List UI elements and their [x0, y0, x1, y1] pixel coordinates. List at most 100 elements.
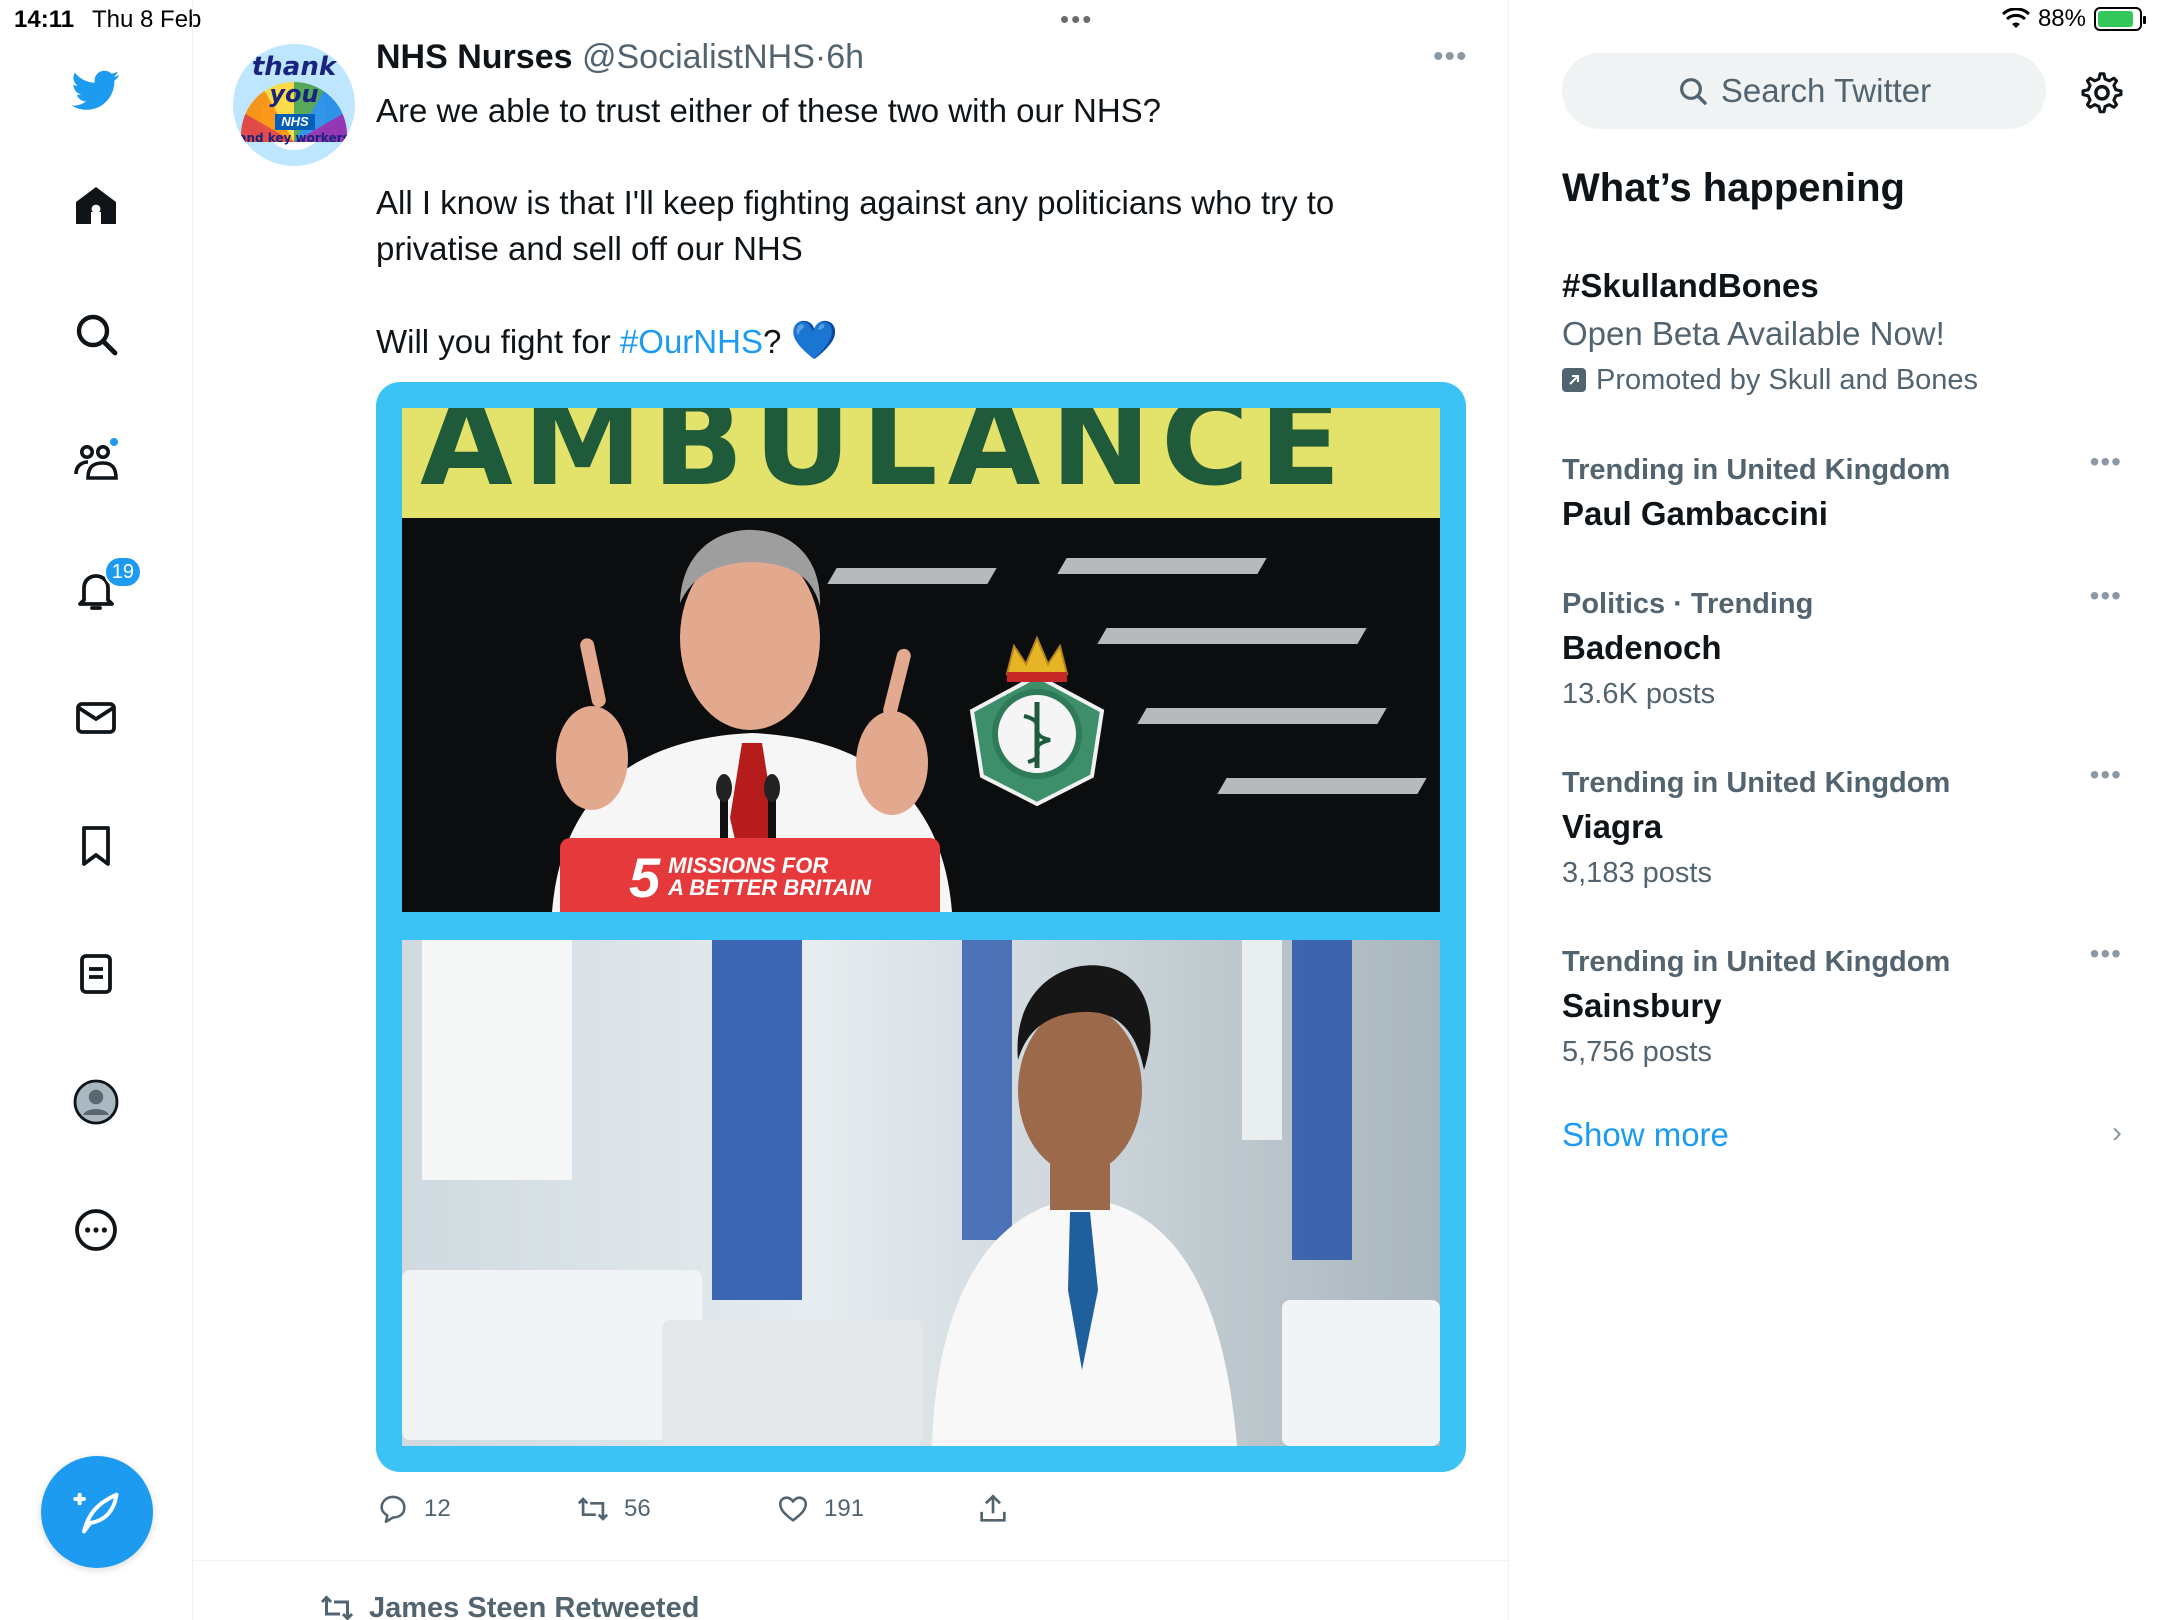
- ceiling-light: [1057, 558, 1267, 574]
- tweet-text-line: Are we able to trust either of these two…: [376, 92, 1162, 129]
- tweet-text-fragment: Will you fight for: [376, 323, 620, 360]
- trend-more-icon[interactable]: •••: [2090, 580, 2122, 612]
- avatar-text-you: you: [269, 80, 319, 108]
- search-placeholder: Search Twitter: [1720, 72, 1932, 109]
- trend-post-count: 3,183 posts: [1562, 857, 1712, 889]
- ceiling-light: [1097, 628, 1367, 644]
- trend-name: Viagra: [1562, 808, 1663, 845]
- tweet-header: NHS Nurses @SocialistNHS·6h: [376, 38, 864, 77]
- trend-name: Badenoch: [1562, 629, 1722, 666]
- timeline: thank you NHS and key workers NHS Nurses…: [193, 0, 1509, 1620]
- trend-more-icon[interactable]: •••: [2090, 446, 2122, 478]
- promoted-trend-description: Open Beta Available Now!: [1562, 315, 1945, 352]
- compose-feather-icon: [73, 1492, 119, 1534]
- bookmarks-icon[interactable]: [60, 810, 132, 882]
- twitter-logo-icon[interactable]: [60, 54, 132, 126]
- lists-icon[interactable]: [60, 938, 132, 1010]
- show-more-link[interactable]: Show more ›: [1562, 1116, 2122, 1154]
- ceiling-light: [1217, 778, 1427, 794]
- share-button[interactable]: [976, 1492, 1010, 1526]
- hospital-bed: [1282, 1300, 1440, 1446]
- tweet-actions: 12 56 191: [376, 1492, 1436, 1532]
- promoted-trend-name: #SkullandBones: [1562, 267, 1819, 304]
- tweet-text-fragment: ?: [762, 323, 791, 360]
- trend-context: Trending in United Kingdom: [1562, 946, 1951, 978]
- trend-context: Politics · Trending: [1562, 588, 1814, 620]
- trend-item[interactable]: Politics · Trending Badenoch 13.6K posts…: [1562, 580, 2122, 716]
- tweet-photo-bottom[interactable]: [402, 940, 1440, 1446]
- tweet-timestamp[interactable]: 6h: [826, 38, 864, 76]
- trend-item[interactable]: Trending in United Kingdom Sainsbury 5,7…: [1562, 938, 2122, 1074]
- communities-new-dot: [108, 436, 120, 448]
- avatar-text-keyworkers: and key workers: [238, 131, 350, 145]
- trend-name: Paul Gambaccini: [1562, 495, 1828, 532]
- notifications-bell-icon[interactable]: 19: [60, 554, 142, 626]
- tweet-photo-top[interactable]: AMBULANCE 5 MISSIONS FOR A BETTER BRITAI…: [402, 408, 1440, 912]
- like-button[interactable]: 191: [776, 1492, 864, 1526]
- hashtag-link[interactable]: #OurNHS: [620, 323, 763, 360]
- retweet-icon: [577, 1497, 609, 1521]
- communities-icon[interactable]: [60, 426, 132, 498]
- tweet-text-line: All I know is that I'll keep fighting ag…: [376, 184, 1335, 267]
- trend-name: Sainsbury: [1562, 987, 1722, 1024]
- header-separator: ·: [814, 38, 827, 76]
- avatar-nhs-logo: NHS: [275, 114, 315, 130]
- hospital-window: [422, 940, 572, 1180]
- trend-post-count: 5,756 posts: [1562, 1036, 1712, 1068]
- retweet-button[interactable]: 56: [576, 1492, 651, 1526]
- podium-text-line2: A BETTER BRITAIN: [668, 875, 872, 900]
- trend-context: Trending in United Kingdom: [1562, 767, 1951, 799]
- trend-post-count: 13.6K posts: [1562, 678, 1716, 710]
- trend-context: Trending in United Kingdom: [1562, 454, 1951, 486]
- podium-number: 5: [628, 845, 661, 909]
- promoted-by-text: Promoted by Skull and Bones: [1596, 364, 1979, 396]
- promoted-arrow-icon: [1562, 368, 1586, 392]
- reply-button[interactable]: 12: [376, 1492, 451, 1526]
- avatar-text-thank: thank: [251, 52, 337, 82]
- more-options-icon[interactable]: [60, 1194, 132, 1266]
- tweet-more-options-icon[interactable]: •••: [1433, 40, 1468, 74]
- podium-text-line1: MISSIONS FOR: [668, 853, 829, 878]
- show-more-label: Show more: [1562, 1116, 1729, 1153]
- trend-more-icon[interactable]: •••: [2090, 759, 2122, 791]
- tweet-divider: [193, 1560, 1509, 1561]
- author-avatar[interactable]: thank you NHS and key workers: [233, 44, 355, 166]
- author-handle[interactable]: @SocialistNHS: [582, 38, 815, 76]
- hospital-bed: [662, 1320, 922, 1446]
- settings-gear-icon[interactable]: [2076, 66, 2128, 118]
- notifications-count-badge: 19: [103, 556, 142, 588]
- like-count: 191: [824, 1495, 865, 1522]
- ceiling-light: [1137, 708, 1387, 724]
- promoted-trend[interactable]: #SkullandBones Open Beta Available Now! …: [1562, 262, 2122, 402]
- author-name[interactable]: NHS Nurses: [376, 38, 573, 76]
- search-input[interactable]: Search Twitter: [1562, 53, 2046, 129]
- right-sidebar: Search Twitter What’s happening #Skullan…: [1510, 0, 2160, 1620]
- blue-heart-emoji: 💙: [790, 320, 838, 362]
- reply-count: 12: [424, 1495, 451, 1522]
- explore-search-icon[interactable]: [60, 298, 132, 370]
- retweeted-by-text: James Steen Retweeted: [369, 1591, 700, 1620]
- retweet-count: 56: [624, 1495, 651, 1522]
- home-icon[interactable]: [60, 170, 132, 242]
- profile-avatar-icon[interactable]: [60, 1066, 132, 1138]
- ward-curtain: [1292, 940, 1352, 1260]
- trend-item[interactable]: Trending in United Kingdom Viagra 3,183 …: [1562, 759, 2122, 895]
- retweeted-by-label[interactable]: James Steen Retweeted: [319, 1590, 699, 1620]
- left-navigation: 19: [0, 0, 193, 1620]
- trend-more-icon[interactable]: •••: [2090, 938, 2122, 970]
- ward-curtain: [712, 940, 802, 1300]
- heart-icon: [778, 1496, 808, 1522]
- podium-sign: 5 MISSIONS FOR A BETTER BRITAIN: [560, 838, 940, 912]
- chevron-right-icon: ›: [2112, 1116, 2122, 1149]
- compose-tweet-button[interactable]: [41, 1456, 153, 1568]
- retweet-icon: [320, 1595, 354, 1620]
- promoted-label: Promoted by Skull and Bones: [1562, 358, 2122, 402]
- search-icon: [1679, 78, 1707, 105]
- tweet-text-line: Will you fight for #OurNHS? 💙: [376, 318, 1436, 365]
- trend-item[interactable]: Trending in United Kingdom Paul Gambacci…: [1562, 446, 2122, 538]
- whats-happening-title: What’s happening: [1562, 166, 1905, 210]
- tweet-media[interactable]: AMBULANCE 5 MISSIONS FOR A BETTER BRITAI…: [376, 382, 1466, 1472]
- speaker-figure-bottom: [932, 965, 1237, 1446]
- share-upload-icon: [980, 1494, 1006, 1522]
- messages-mail-icon[interactable]: [60, 682, 132, 754]
